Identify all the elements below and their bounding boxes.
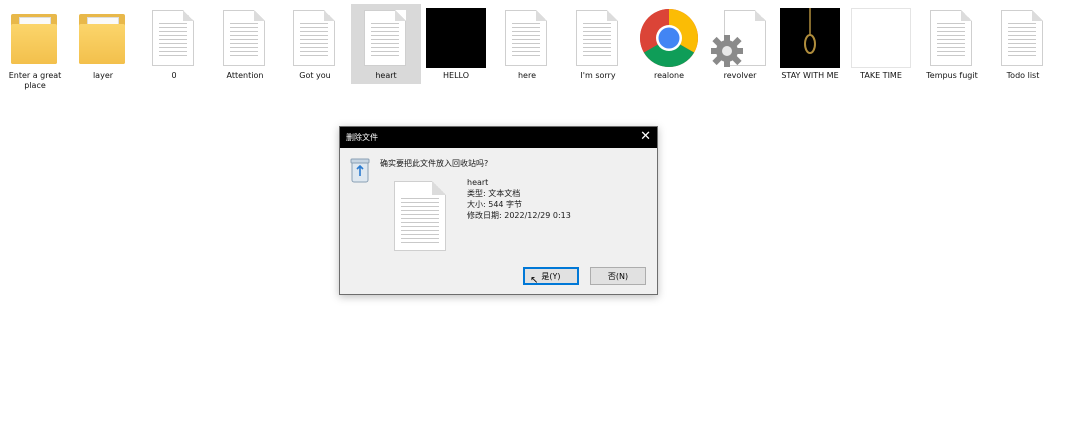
black-image-icon (426, 8, 486, 68)
desktop-item-label: I'm sorry (580, 71, 616, 80)
desktop-item-realone[interactable]: realone (634, 4, 704, 81)
text-document-icon (930, 10, 972, 66)
desktop-item-layer[interactable]: layer (68, 4, 138, 81)
desktop-item-im-sorry[interactable]: I'm sorry (563, 4, 633, 81)
dialog-question: 确实要把此文件放入回收站吗? (380, 159, 489, 168)
desktop-item-label: Attention (226, 71, 264, 80)
desktop-item-label: heart (375, 71, 397, 80)
desktop-item-label: layer (92, 71, 114, 80)
desktop-item-revolver[interactable]: revolver (705, 4, 775, 81)
text-document-icon (364, 10, 406, 66)
text-document-icon (505, 10, 547, 66)
file-info: heart 类型: 文本文档 大小: 544 字节 修改日期: 2022/12/… (467, 177, 571, 221)
desktop-item-label: Tempus fugit (926, 71, 978, 80)
folder-icon (11, 14, 57, 64)
desktop-item-attention[interactable]: Attention (210, 4, 280, 81)
gear-icon (711, 35, 743, 67)
desktop-item-label: Enter a great place (8, 71, 62, 90)
text-document-icon (223, 10, 265, 66)
no-button[interactable]: 否(N) (590, 267, 646, 285)
desktop-item-label: STAY WITH ME (781, 71, 839, 80)
desktop-item-tempus-fugit[interactable]: Tempus fugit (917, 4, 987, 81)
blank-image-icon (851, 8, 911, 68)
desktop-item-todo-list[interactable]: Todo list (988, 4, 1058, 81)
text-document-icon (1001, 10, 1043, 66)
file-modified: 修改日期: 2022/12/29 0:13 (467, 211, 571, 220)
desktop-item-label: HELLO (443, 71, 469, 80)
mouse-cursor-icon: ↖ (530, 275, 539, 286)
close-icon[interactable]: ✕ (640, 129, 651, 144)
desktop-item-enter-a-great-place[interactable]: Enter a great place (0, 4, 70, 91)
desktop-item-stay-with-me[interactable]: STAY WITH ME (775, 4, 845, 81)
dialog-titlebar[interactable]: 删除文件 ✕ (340, 127, 657, 148)
dialog-title: 删除文件 (346, 133, 378, 142)
desktop-item-label: here (517, 71, 537, 80)
desktop-item-label: Got you (299, 71, 331, 80)
desktop-item-take-time[interactable]: TAKE TIME (846, 4, 916, 81)
desktop-item-got-you[interactable]: Got you (280, 4, 350, 81)
text-document-icon (293, 10, 335, 66)
desktop-item-label: TAKE TIME (860, 71, 902, 80)
recycle-bin-icon (350, 158, 370, 183)
desktop-item-heart[interactable]: heart (351, 4, 421, 84)
desktop-item-label: 0 (171, 71, 177, 80)
desktop-item-label: realone (653, 71, 685, 80)
file-size: 大小: 544 字节 (467, 200, 523, 209)
file-type: 类型: 文本文档 (467, 189, 521, 198)
text-document-icon (152, 10, 194, 66)
desktop-item-label: Todo list (1006, 71, 1040, 80)
text-document-icon (576, 10, 618, 66)
desktop-item-label: revolver (723, 71, 757, 80)
desktop-item-here[interactable]: here (492, 4, 562, 81)
noose-image-icon (780, 8, 840, 68)
desktop: Enter a great place layer 0 Attention Go… (0, 0, 1080, 100)
desktop-item-0[interactable]: 0 (139, 4, 209, 81)
delete-file-dialog: 删除文件 ✕ 确实要把此文件放入回收站吗? heart 类型: 文本文档 大小:… (339, 126, 658, 295)
chrome-icon (640, 9, 698, 67)
file-name: heart (467, 178, 489, 187)
desktop-item-hello[interactable]: HELLO (421, 4, 491, 81)
text-document-icon (394, 181, 446, 251)
folder-icon (79, 14, 125, 64)
